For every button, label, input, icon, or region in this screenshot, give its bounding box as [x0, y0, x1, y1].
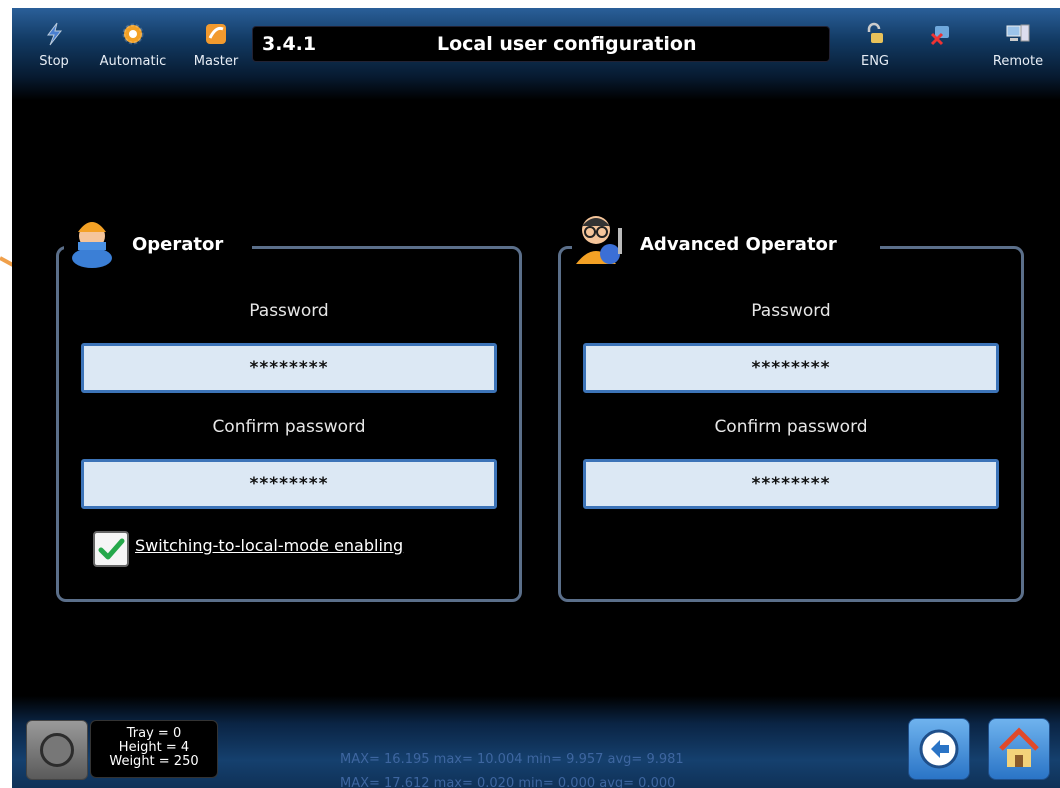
operator-password-field[interactable]: ******** [81, 343, 497, 393]
title-box: 3.4.1 Local user configuration [252, 26, 830, 62]
operator-panel: Password ******** Confirm password *****… [56, 246, 522, 602]
advanced-confirm-field[interactable]: ******** [583, 459, 999, 509]
gear-icon [122, 23, 144, 45]
padlock-icon [867, 22, 883, 43]
home-icon [999, 727, 1039, 767]
master-button[interactable]: Master [188, 22, 244, 69]
local-mode-checkbox[interactable] [93, 531, 129, 567]
language-button[interactable]: ENG [858, 22, 892, 69]
back-arrow-icon [919, 729, 959, 769]
stop-button[interactable]: Stop [34, 22, 74, 69]
automatic-button[interactable]: Automatic [96, 22, 170, 69]
stats-line-2: MAX= 17.612 max= 0.020 min= 0.000 avg= 0… [340, 776, 676, 788]
operator-title: Operator [132, 234, 224, 255]
advanced-password-label: Password [751, 301, 831, 321]
machine-info-box: Tray = 0 Height = 4 Weight = 250 [90, 720, 218, 778]
emergency-stop-button[interactable] [26, 720, 88, 780]
weight-value: Weight = 250 [109, 754, 199, 769]
advanced-operator-icon [576, 216, 622, 264]
language-label: ENG [860, 54, 889, 69]
checkmark-icon [98, 538, 125, 560]
bottom-status-bar: Tray = 0 Height = 4 Weight = 250 MAX= 16… [12, 696, 1060, 788]
master-icon [206, 24, 226, 44]
stop-circle-icon [40, 733, 74, 767]
page-title: Local user configuration [437, 33, 697, 55]
local-mode-checkbox-label[interactable]: Switching-to-local-mode enabling [135, 536, 403, 555]
page-code: 3.4.1 [262, 33, 317, 55]
advanced-operator-header: Advanced Operator [572, 208, 880, 268]
advanced-operator-title: Advanced Operator [640, 234, 837, 255]
disconnect-icon [930, 26, 949, 46]
hmi-screen: Stop Automatic Master 3.4.1 Local user c… [12, 8, 1060, 788]
remote-label: Remote [992, 54, 1044, 69]
back-button[interactable] [908, 718, 970, 780]
height-value: Height = 4 [118, 740, 190, 755]
advanced-operator-panel: Password ******** Confirm password *****… [558, 246, 1024, 602]
stop-label: Stop [39, 54, 69, 69]
advanced-confirm-label: Confirm password [714, 417, 868, 437]
home-button[interactable] [988, 718, 1050, 780]
automatic-label: Automatic [99, 54, 167, 69]
advanced-password-field[interactable]: ******** [583, 343, 999, 393]
stats-line-1: MAX= 16.195 max= 10.004 min= 9.957 avg= … [340, 752, 684, 767]
lightning-icon [47, 22, 63, 46]
operator-icon [72, 222, 112, 268]
disconnect-button[interactable] [924, 22, 958, 54]
remote-button[interactable]: Remote [988, 22, 1048, 69]
operator-password-label: Password [249, 301, 329, 321]
remote-icon [1006, 24, 1030, 42]
operator-confirm-label: Confirm password [212, 417, 366, 437]
top-toolbar: Stop Automatic Master 3.4.1 Local user c… [12, 8, 1060, 100]
tray-value: Tray = 0 [126, 726, 182, 741]
operator-header: Operator [64, 208, 252, 268]
master-label: Master [193, 54, 239, 69]
operator-confirm-field[interactable]: ******** [81, 459, 497, 509]
